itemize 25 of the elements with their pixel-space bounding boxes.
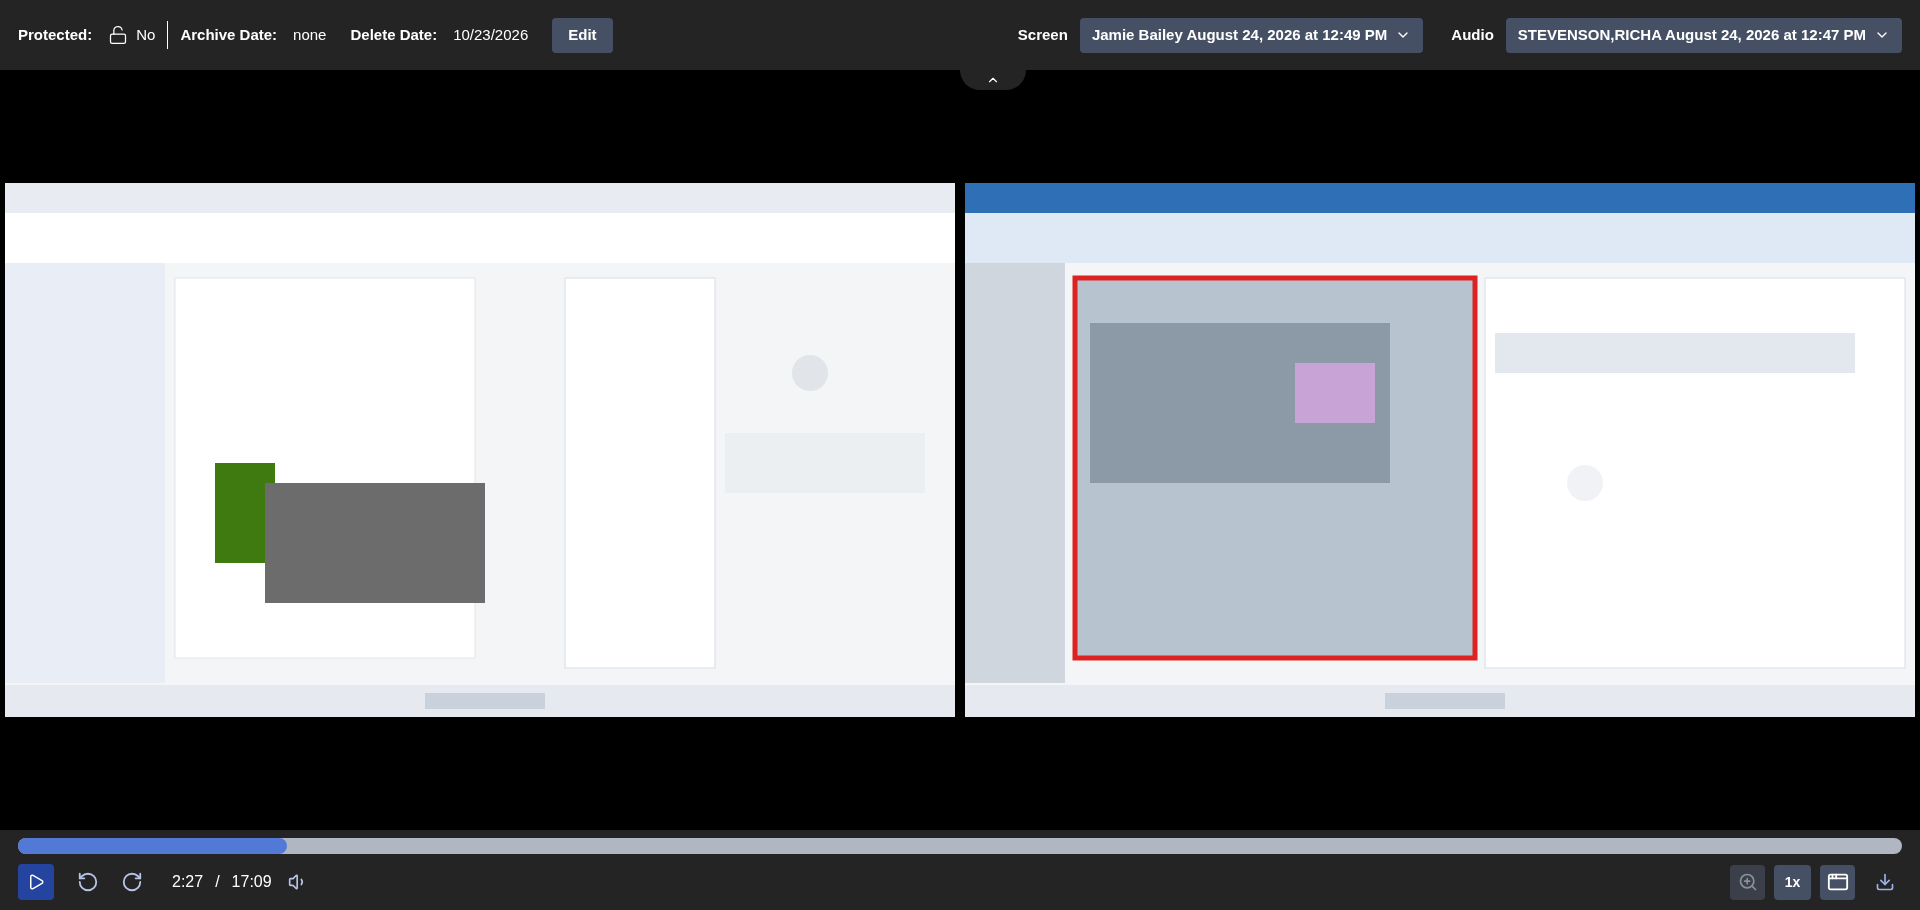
edit-button[interactable]: Edit xyxy=(552,17,613,53)
delete-date-label: Delete Date: xyxy=(350,24,438,45)
play-button[interactable] xyxy=(18,864,54,900)
source-dropdown[interactable]: Jamie Bailey August 24, 2026 at 12:49 PM xyxy=(1079,17,1424,53)
window-button[interactable] xyxy=(1820,864,1855,900)
zoom-in-button[interactable] xyxy=(1730,864,1765,900)
window-icon xyxy=(1826,871,1849,893)
speed-button[interactable]: 1x xyxy=(1774,864,1811,900)
source-label: Screen xyxy=(1017,24,1068,45)
zoom-in-icon xyxy=(1737,872,1758,892)
time-separator: / xyxy=(215,872,220,892)
play-icon xyxy=(27,873,45,891)
duration: 17:09 xyxy=(231,872,272,892)
delete-date-value: 10/23/2026 xyxy=(453,24,529,45)
progress-track[interactable] xyxy=(18,838,1902,854)
archive-date-value: none xyxy=(293,24,327,45)
download-icon xyxy=(1874,872,1895,892)
protected-value: No xyxy=(136,24,156,45)
source-label: Audio xyxy=(1451,24,1494,45)
current-time: 2:27 xyxy=(172,872,204,892)
protected-label: Protected: xyxy=(18,24,93,45)
forward-icon xyxy=(121,871,143,893)
source-dropdown[interactable]: STEVENSON,RICHA August 24, 2026 at 12:47 PM xyxy=(1505,17,1902,53)
archive-date-label: Archive Date: xyxy=(180,24,278,45)
rewind-icon xyxy=(77,871,99,893)
